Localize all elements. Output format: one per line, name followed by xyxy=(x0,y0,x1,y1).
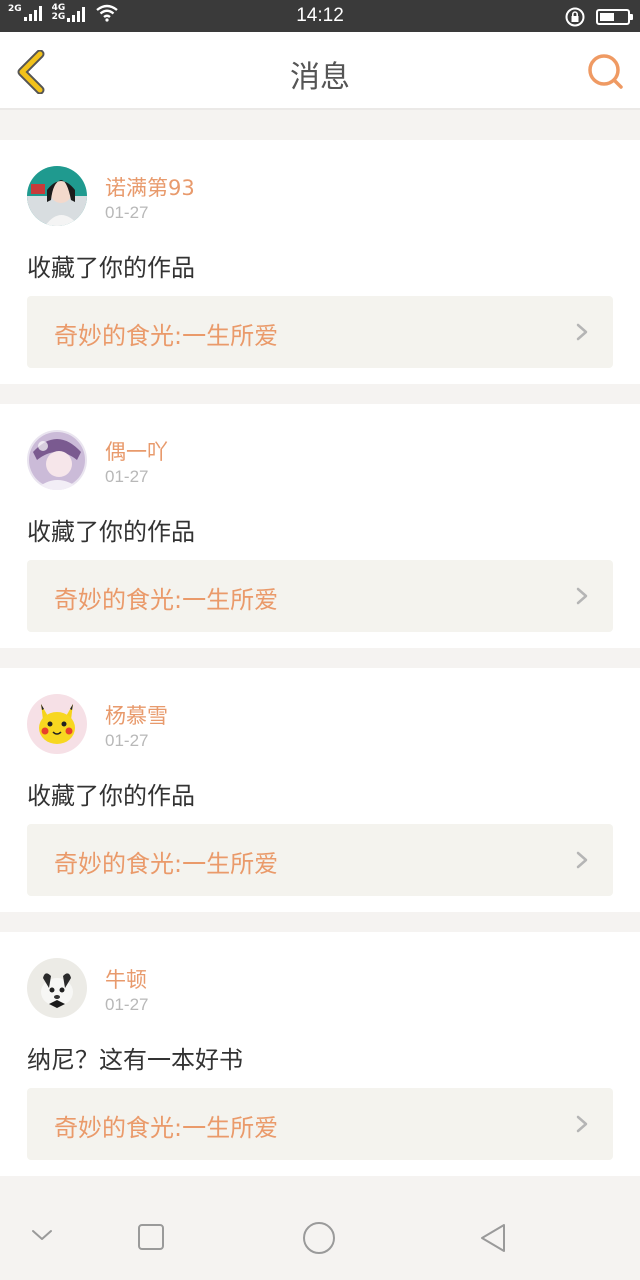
message-text: 纳尼？这有一本好书 xyxy=(27,1046,243,1074)
avatar[interactable] xyxy=(27,694,87,754)
work-title: 奇妙的食光:一生所爱 xyxy=(54,1114,279,1142)
message-date: 01-27 xyxy=(105,467,149,486)
work-title: 奇妙的食光:一生所爱 xyxy=(54,850,279,878)
work-title: 奇妙的食光:一生所爱 xyxy=(54,586,279,614)
message-card: 偶一吖 01-27 收藏了你的作品 奇妙的食光:一生所爱 xyxy=(0,404,640,648)
work-link[interactable]: 奇妙的食光:一生所爱 xyxy=(27,560,613,632)
username[interactable]: 诺满第93 xyxy=(105,172,195,202)
rotation-lock-icon xyxy=(565,7,585,27)
message-card: 杨慕雪 01-27 收藏了你的作品 奇妙的食光:一生所爱 xyxy=(0,668,640,912)
user-avatar-image xyxy=(27,166,87,226)
work-link[interactable]: 奇妙的食光:一生所爱 xyxy=(27,296,613,368)
message-text: 收藏了你的作品 xyxy=(27,254,195,282)
username[interactable]: 偶一吖 xyxy=(105,436,168,466)
chevron-right-icon xyxy=(576,1115,588,1133)
search-icon xyxy=(588,54,623,89)
chevron-right-icon xyxy=(576,587,588,605)
search-button[interactable] xyxy=(586,52,626,92)
work-title: 奇妙的食光:一生所爱 xyxy=(54,322,279,350)
work-link[interactable]: 奇妙的食光:一生所爱 xyxy=(27,824,613,896)
work-link[interactable]: 奇妙的食光:一生所爱 xyxy=(27,1088,613,1160)
status-time: 14:12 xyxy=(296,5,344,26)
message-text: 收藏了你的作品 xyxy=(27,782,195,810)
home-button[interactable] xyxy=(302,1221,336,1255)
message-date: 01-27 xyxy=(105,731,149,750)
message-date: 01-27 xyxy=(105,203,149,222)
avatar[interactable] xyxy=(27,166,87,226)
username[interactable]: 牛顿 xyxy=(105,964,147,994)
user-avatar-image xyxy=(27,430,87,490)
page-title: 消息 xyxy=(290,60,350,95)
message-date: 01-27 xyxy=(105,995,149,1014)
chevron-right-icon xyxy=(576,851,588,869)
system-nav-bar xyxy=(0,1176,640,1280)
message-card: 牛顿 01-27 纳尼？这有一本好书 奇妙的食光:一生所爱 xyxy=(0,932,640,1176)
hide-nav-button[interactable] xyxy=(30,1228,54,1242)
message-text: 收藏了你的作品 xyxy=(27,518,195,546)
battery-icon xyxy=(596,9,633,25)
app-header: 消息 xyxy=(0,32,640,110)
user-avatar-image xyxy=(27,694,87,754)
avatar[interactable] xyxy=(27,958,87,1018)
battery-level xyxy=(600,13,614,21)
back-nav-button[interactable] xyxy=(478,1222,508,1254)
chevron-right-icon xyxy=(576,323,588,341)
recent-apps-button[interactable] xyxy=(137,1223,165,1251)
message-card: 诺满第93 01-27 收藏了你的作品 奇妙的食光:一生所爱 xyxy=(0,140,640,384)
avatar[interactable] xyxy=(27,430,87,490)
username[interactable]: 杨慕雪 xyxy=(105,700,168,730)
status-right-icons xyxy=(564,6,633,28)
user-avatar-image xyxy=(27,958,87,1018)
status-bar: 2G 4G 2G 14:12 xyxy=(0,0,640,32)
